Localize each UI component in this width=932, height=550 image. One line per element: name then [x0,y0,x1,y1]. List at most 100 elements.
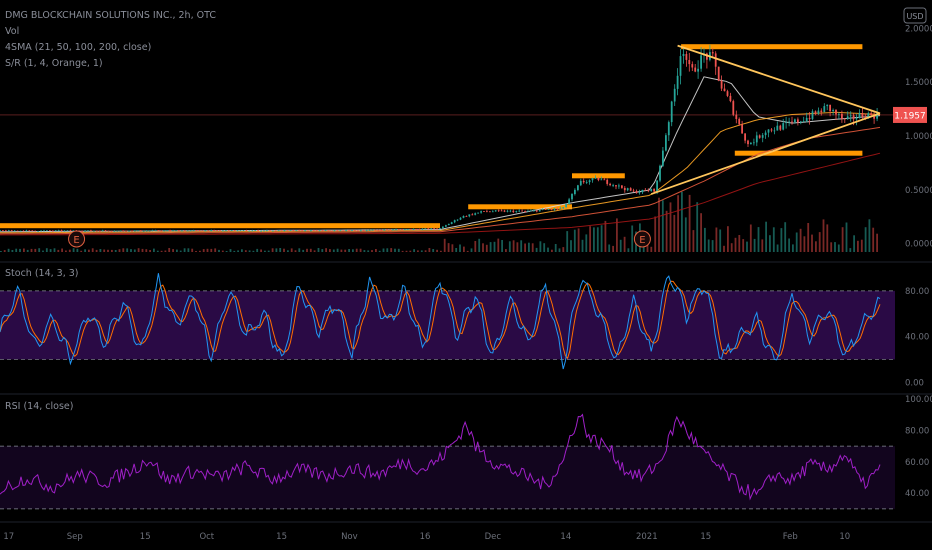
volume-bar [596,227,599,252]
candle-body [2,230,4,231]
volume-bar [792,244,794,252]
volume-bar [849,248,852,252]
volume-bar [114,250,117,252]
volume-bar [746,241,748,252]
candle-body [843,118,846,120]
candle-body [336,230,339,232]
earnings-marker[interactable]: E [633,230,651,248]
candle-body [318,230,321,232]
candle-body [644,189,647,191]
volume-bar [252,250,255,252]
candle-body [113,230,116,232]
candle-body [110,231,113,232]
candle-body [43,230,45,232]
candle-body [195,230,198,232]
volume-bar [562,247,565,252]
candle-body [0,230,1,231]
volume-bar [267,250,270,252]
candle-body [562,207,565,209]
volume-bar [470,248,473,252]
volume-bar [156,250,159,252]
candle-body [750,142,752,145]
candle-body [7,230,10,231]
volume-bar [619,239,622,252]
candle-body [767,129,770,133]
candle-body [60,230,63,231]
candle-body [380,230,383,231]
volume-bar [340,249,343,252]
volume-bar [141,248,144,252]
volume-bar [405,250,408,252]
volume-bar [248,250,251,252]
volume-bar [463,246,465,252]
candle-body [835,110,837,115]
candle-body [732,101,735,115]
candle-body [770,129,773,131]
sr-zone[interactable] [0,223,440,229]
candle-body [447,223,450,226]
candle-body [527,210,529,212]
candle-body [538,210,541,212]
volume-bar [313,250,316,252]
candle-body [453,220,456,223]
last-price-badge-label: 1.1957 [894,111,926,121]
candle-body [638,192,641,194]
candle-body [688,60,691,65]
volume-bar [524,243,526,252]
volume-bar [15,248,18,252]
candle-body [744,133,746,141]
volume-bar [164,250,167,252]
volume-bar [80,250,83,252]
volume-bar [294,250,297,252]
candle-body [855,118,858,120]
candle-body [735,114,738,119]
candle-body [13,230,16,232]
x-tick-label: 15 [700,532,711,542]
candle-body [87,230,89,232]
volume-bar [187,248,190,252]
candle-body [483,211,485,212]
volume-bar [122,248,125,252]
volume-bar [719,229,722,252]
volume-bar [784,222,787,252]
candle-body [870,113,873,115]
volume-bar [478,238,481,252]
candle-body [66,230,69,232]
sr-zone[interactable] [734,150,863,156]
x-tick-label: Sep [67,532,83,542]
candle-body [313,230,315,232]
candle-body [685,54,688,60]
volume-bar [776,244,779,252]
candle-body [280,230,283,232]
candle-body [298,230,301,232]
candle-body [57,230,60,231]
candle-body [403,229,406,231]
candle-body [462,216,465,218]
candle-body [5,230,7,232]
candle-body [612,185,614,186]
volume-bar [761,239,764,252]
candle-body [362,230,365,232]
candle-body [392,229,394,231]
sr-zone[interactable] [681,44,863,50]
volume-bar [807,223,810,252]
volume-bar [325,248,327,252]
volume-bar [375,249,377,252]
candle-body [34,230,37,232]
volume-bar [826,224,829,252]
candle-body [178,230,180,232]
candle-body [301,230,303,232]
volume-bar [727,226,729,252]
chart-root[interactable]: DMG BLOCKCHAIN SOLUTIONS INC., 2h, OTC V… [0,0,932,550]
volume-bar [99,249,102,252]
volume-bar [332,249,335,252]
volume-bar [241,249,243,252]
candle-body [16,230,19,232]
candle-body [700,55,702,69]
candle-body [95,230,98,232]
volume-bar [585,234,588,252]
volume-bar [723,245,725,252]
candle-body [213,230,215,231]
volume-bar [684,217,687,252]
earnings-marker[interactable]: E [68,230,86,248]
